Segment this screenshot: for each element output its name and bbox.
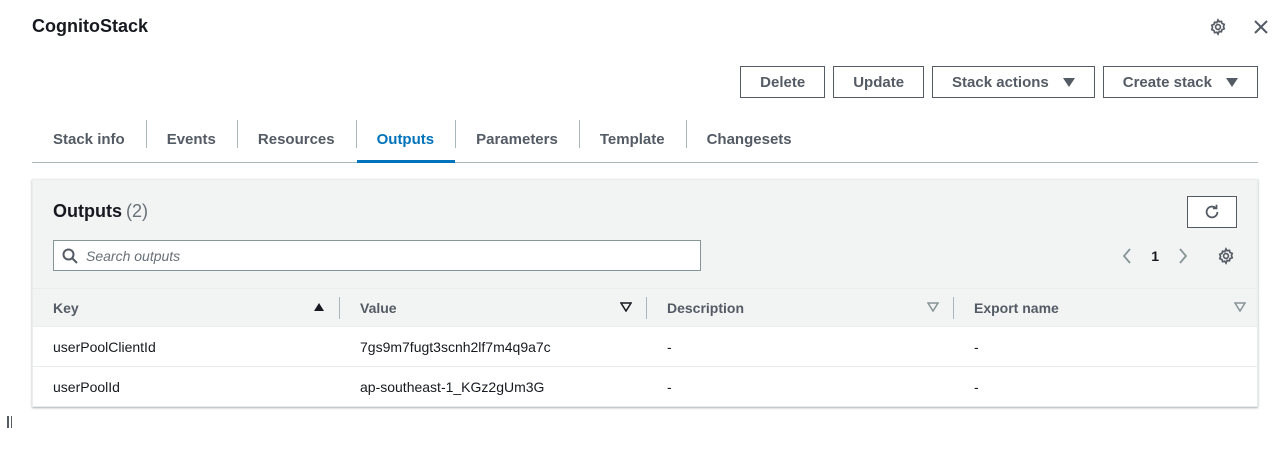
sort-descending-icon: [1234, 302, 1246, 312]
stack-tabs: Stack info Events Resources Outputs Para…: [32, 116, 1258, 163]
previous-page-icon[interactable]: [1117, 244, 1137, 268]
column-header-description[interactable]: Description: [667, 289, 947, 327]
column-export-name-label: Export name: [974, 300, 1059, 316]
caret-down-icon: [1226, 77, 1238, 87]
search-box: [53, 240, 701, 271]
close-icon[interactable]: [1250, 16, 1272, 38]
page-title: CognitoStack: [32, 16, 149, 36]
delete-button[interactable]: Delete: [740, 66, 826, 98]
cell-key: userPoolClientId: [53, 339, 156, 355]
cell-value: ap-southeast-1_KGz2gUm3G: [360, 379, 545, 395]
next-page-icon[interactable]: [1173, 244, 1193, 268]
outputs-count: (2): [126, 201, 148, 221]
search-icon: [62, 248, 78, 264]
column-description-label: Description: [667, 300, 745, 316]
update-label: Update: [853, 73, 905, 91]
column-divider[interactable]: [646, 297, 647, 319]
column-divider[interactable]: [339, 297, 340, 319]
column-value-label: Value: [360, 300, 397, 316]
table-row: userPoolClientId 7gs9m7fugt3scnh2lf7m4q9…: [33, 327, 1257, 367]
tab-events[interactable]: Events: [145, 116, 237, 162]
page-number[interactable]: 1: [1149, 248, 1161, 264]
tab-parameters[interactable]: Parameters: [455, 116, 579, 162]
tab-template[interactable]: Template: [578, 116, 686, 162]
cell-export-name: -: [974, 379, 979, 395]
column-header-export-name[interactable]: Export name: [974, 289, 1254, 327]
pagination: 1: [1117, 244, 1237, 268]
search-input[interactable]: [86, 247, 646, 264]
cell-value: 7gs9m7fugt3scnh2lf7m4q9a7c: [360, 339, 551, 355]
refresh-icon: [1205, 204, 1219, 219]
cell-key: userPoolId: [53, 379, 120, 395]
table-header: Key Value Description Export name: [33, 288, 1257, 327]
outputs-panel-header: Outputs(2) 1: [33, 180, 1257, 288]
create-stack-dropdown[interactable]: Create stack: [1102, 66, 1258, 98]
cell-export-name: -: [974, 339, 979, 355]
tab-resources[interactable]: Resources: [236, 116, 356, 162]
column-key-label: Key: [53, 300, 79, 316]
refresh-button[interactable]: [1187, 196, 1237, 228]
outputs-title-text: Outputs: [53, 201, 122, 221]
table-row: userPoolId ap-southeast-1_KGz2gUm3G - -: [33, 367, 1257, 406]
outputs-title: Outputs (2): [53, 201, 148, 222]
column-divider[interactable]: [953, 297, 954, 319]
cell-description: -: [667, 379, 672, 395]
outputs-panel: Outputs(2) 1: [32, 179, 1258, 407]
cell-description: -: [667, 339, 672, 355]
sort-descending-icon: [927, 302, 939, 312]
stack-actions-bar: Delete Update Stack actions Create stack: [740, 66, 1258, 98]
create-stack-label: Create stack: [1122, 73, 1212, 91]
gear-icon[interactable]: [1207, 16, 1229, 38]
sort-descending-icon: [620, 302, 632, 312]
stack-actions-dropdown[interactable]: Stack actions: [932, 66, 1095, 98]
sort-ascending-icon: [314, 303, 324, 311]
update-button[interactable]: Update: [833, 66, 925, 98]
table-settings-icon[interactable]: [1215, 245, 1237, 267]
stack-actions-label: Stack actions: [952, 73, 1049, 91]
panel-resize-handle[interactable]: [7, 416, 13, 428]
tab-stack-info[interactable]: Stack info: [32, 116, 146, 162]
tab-changesets[interactable]: Changesets: [685, 116, 813, 162]
tab-outputs[interactable]: Outputs: [355, 116, 456, 163]
column-header-value[interactable]: Value: [360, 289, 640, 327]
caret-down-icon: [1062, 77, 1075, 87]
column-header-key[interactable]: Key: [53, 289, 333, 327]
delete-label: Delete: [760, 73, 806, 91]
